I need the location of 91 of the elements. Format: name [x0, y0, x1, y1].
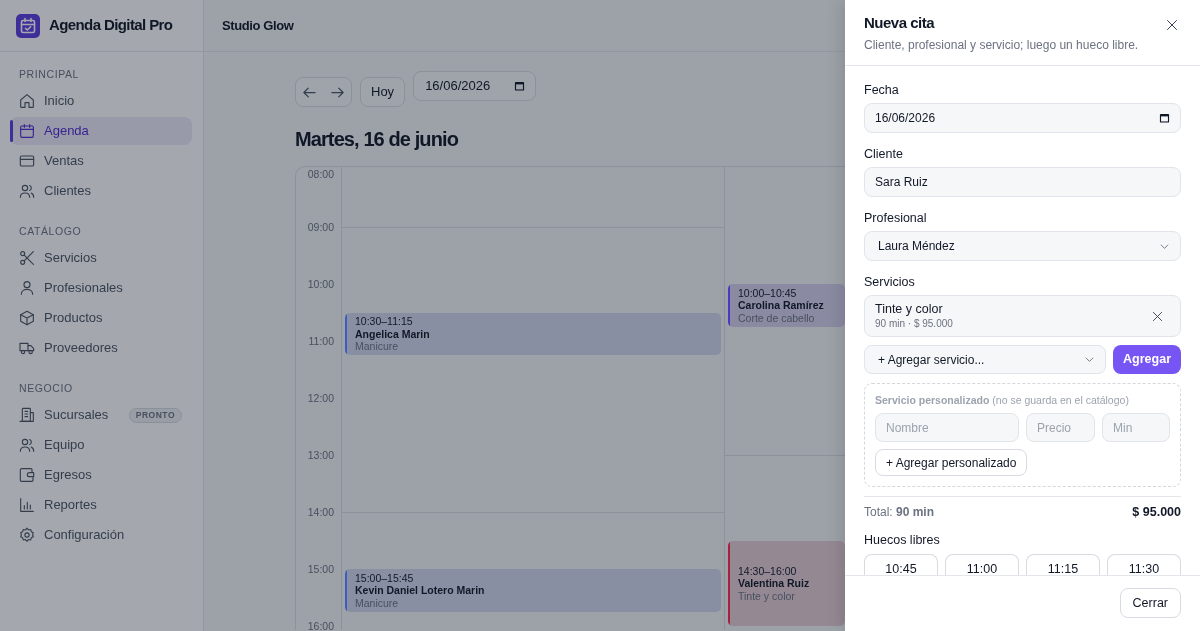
time-slot-button[interactable]: 11:00: [945, 554, 1019, 575]
appointment-time: 10:00–10:45: [738, 286, 798, 300]
users-icon: [19, 183, 35, 199]
section-heading: NEGOCIO: [19, 381, 74, 395]
panel-title: Nueva cita: [864, 14, 936, 32]
day-title: Martes, 16 de junio: [295, 127, 458, 151]
field-label: Servicios: [864, 274, 916, 290]
home-icon: [19, 93, 35, 109]
status-badge: PRONTO: [128, 407, 182, 423]
appointment-time: 14:30–16:00: [738, 564, 798, 577]
hour-label: 13:00: [307, 448, 334, 462]
hour-label: 12:00: [307, 391, 334, 405]
section-heading: CATÁLOGO: [19, 224, 83, 238]
field-label: Cliente: [864, 146, 904, 162]
date-field[interactable]: 16/06/2026: [864, 103, 1181, 133]
time-slot-button[interactable]: 11:15: [1026, 554, 1100, 575]
service-name: Tinte y color: [875, 302, 944, 317]
section-heading: PRINCIPAL: [19, 67, 81, 81]
client-name: Kevin Daniel Lotero Marin: [355, 584, 486, 597]
hour-label: 10:00: [307, 277, 334, 291]
service-name: Corte de cabello: [738, 311, 816, 325]
hour-label: 11:00: [308, 334, 334, 348]
sidebar-item[interactable]: Clientes: [10, 177, 192, 205]
chevron-down-icon: [1160, 241, 1169, 251]
close-icon[interactable]: [1166, 19, 1178, 31]
custom-service-note: Servicio personalizado (no se guarda en el catálogo): [875, 393, 1130, 407]
total-duration: Total: 90 min: [864, 504, 935, 520]
workspace-title: Studio Glow: [222, 16, 294, 35]
truck-icon: [19, 340, 35, 356]
add-button[interactable]: Agregar: [1113, 345, 1181, 374]
service-dropdown[interactable]: + Agregar servicio...: [864, 345, 1107, 374]
sidebar-item[interactable]: Inicio: [10, 87, 192, 115]
wallet-icon: [19, 467, 35, 483]
cube-icon: [19, 310, 35, 326]
service-name: Manicure: [355, 340, 400, 353]
input-field[interactable]: Nombre: [875, 413, 1019, 442]
add-custom-button[interactable]: + Agregar personalizado: [875, 449, 1028, 476]
input-field[interactable]: Precio: [1026, 413, 1095, 442]
calendar-icon: [514, 80, 526, 91]
text-field[interactable]: Sara Ruiz: [864, 167, 1181, 197]
hour-label: 15:00: [307, 562, 334, 576]
sidebar-item[interactable]: Sucursales PRONTO: [10, 401, 192, 429]
client-name: Angelica Marin: [355, 327, 431, 341]
hour-label: 14:00: [307, 505, 334, 519]
sidebar-item[interactable]: Agenda: [10, 117, 192, 145]
sidebar-item[interactable]: Equipo: [10, 431, 192, 459]
sidebar-item[interactable]: Productos: [10, 304, 192, 332]
app-name: Agenda Digital Pro: [49, 15, 173, 36]
sidebar-item[interactable]: Reportes: [10, 491, 192, 519]
client-name: Carolina Ramírez: [738, 299, 825, 312]
logo-icon: [16, 13, 40, 38]
date-field[interactable]: 16/06/2026: [413, 70, 537, 101]
service-name: Tinte y color: [738, 589, 796, 602]
settings-icon: [19, 527, 35, 543]
panel-subtitle: Cliente, profesional y servicio; luego un hueco libre.: [864, 37, 1139, 53]
time-slot-button[interactable]: 10:45: [864, 554, 938, 575]
card-icon: [19, 153, 35, 169]
service-name: Manicure: [355, 596, 400, 610]
today-button[interactable]: Hoy: [360, 77, 406, 107]
arrow-left-icon[interactable]: [302, 84, 317, 100]
sidebar-item[interactable]: Profesionales: [10, 274, 192, 302]
hour-label: 09:00: [307, 220, 334, 234]
hour-label: 16:00: [307, 619, 334, 630]
sidebar-item[interactable]: Configuración: [10, 521, 192, 549]
time-slot-button[interactable]: 11:30: [1107, 554, 1181, 575]
section-label: Huecos libres: [864, 532, 941, 548]
sidebar-item[interactable]: Servicios: [10, 244, 192, 272]
service-detail: 90 min · $ 95.000: [875, 317, 953, 330]
client-name: Valentina Ruiz: [738, 577, 811, 590]
sidebar-item[interactable]: Proveedores: [10, 334, 192, 362]
arrow-right-icon[interactable]: [330, 84, 345, 100]
appointment-time: 10:30–11:15: [355, 315, 414, 328]
close-icon[interactable]: [1152, 310, 1163, 322]
users-icon: [19, 437, 35, 453]
user-icon: [19, 280, 35, 296]
dropdown-field[interactable]: Laura Méndez: [864, 231, 1181, 261]
sidebar-item[interactable]: Ventas: [10, 147, 192, 175]
appointment-time: 15:00–15:45: [355, 571, 415, 585]
building-icon: [19, 407, 35, 423]
hour-label: 08:00: [307, 167, 334, 181]
field-label: Profesional: [864, 210, 928, 226]
field-label: Fecha: [864, 82, 900, 98]
input-field[interactable]: Min: [1102, 413, 1170, 442]
calendar-icon: [19, 123, 35, 139]
calendar-icon: [1159, 112, 1170, 124]
close-button[interactable]: Cerrar: [1119, 588, 1181, 618]
scissors-icon: [19, 250, 35, 266]
bar-chart-icon: [19, 497, 35, 513]
sidebar-item[interactable]: Egresos: [10, 461, 192, 489]
total-price: $ 95.000: [1132, 504, 1181, 520]
chevron-down-icon: [1085, 355, 1095, 364]
